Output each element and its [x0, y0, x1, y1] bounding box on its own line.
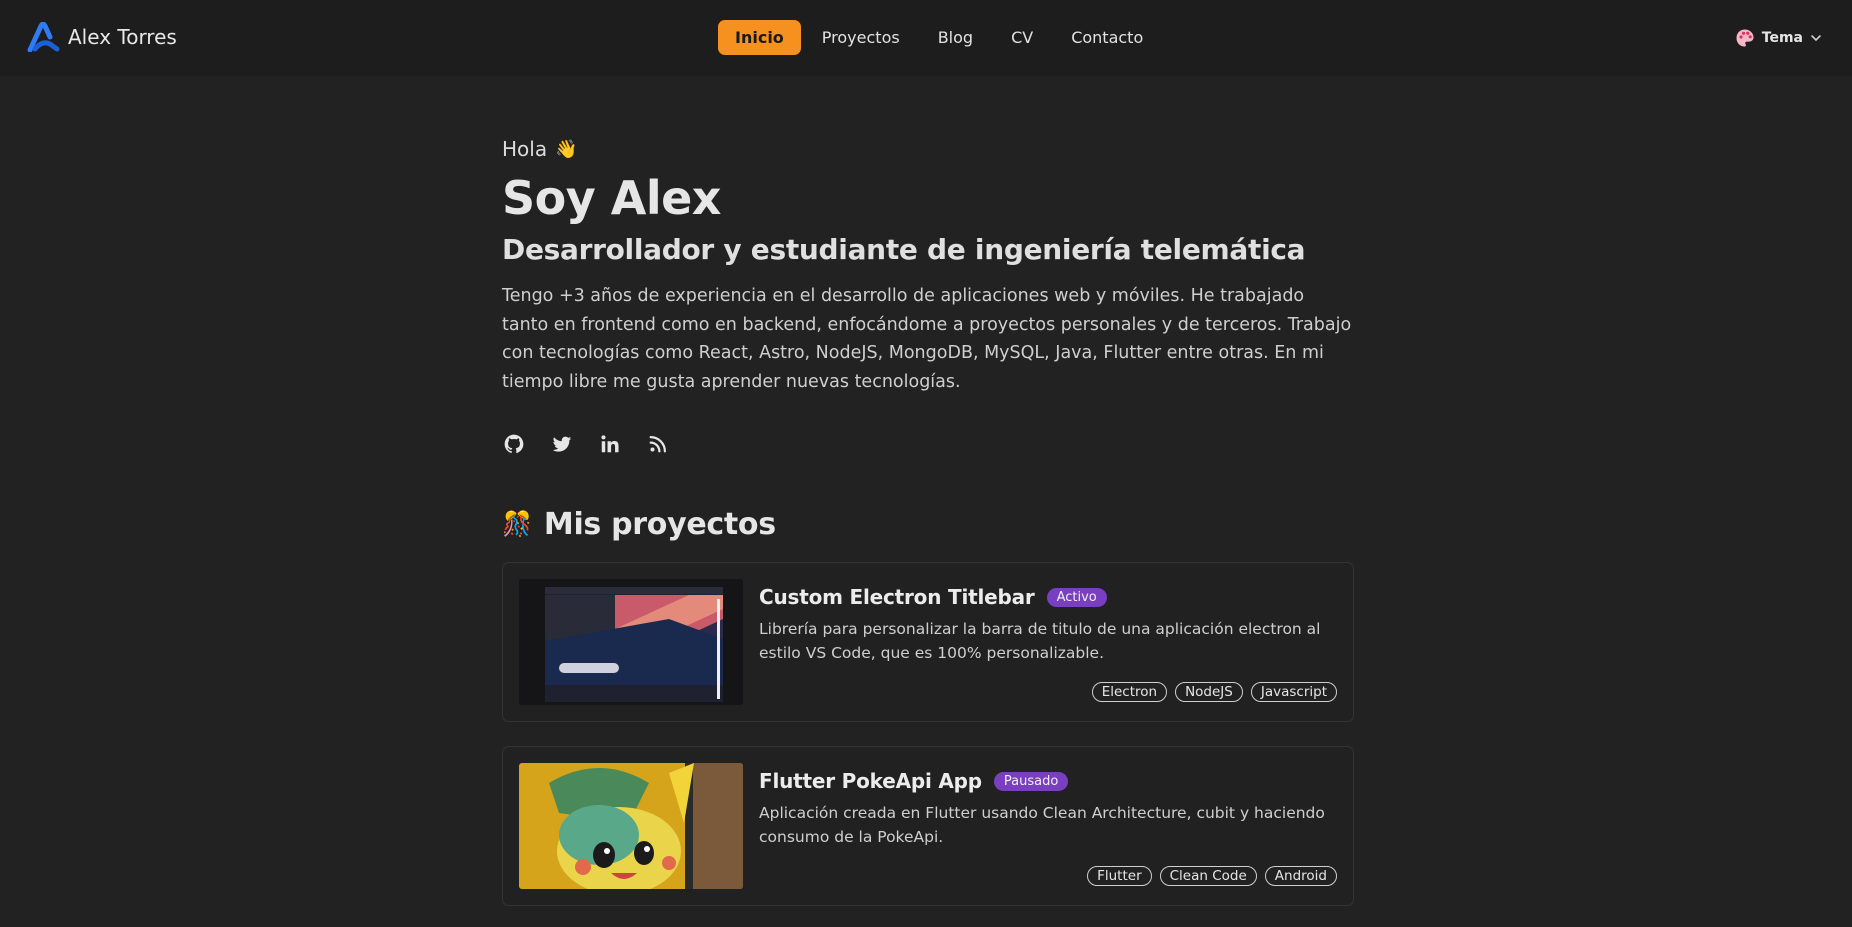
nav-item-cv[interactable]: CV [994, 20, 1050, 55]
main-content: Hola 👋 Soy Alex Desarrollador y estudian… [502, 136, 1354, 544]
projects-title: Mis proyectos [544, 507, 776, 542]
theme-selector[interactable]: Tema [1735, 28, 1822, 48]
logo-icon [26, 22, 60, 52]
linkedin-icon [599, 433, 621, 455]
project-card-body: Custom Electron Titlebar Activo Librería… [759, 585, 1339, 665]
project-card-pokeapi[interactable]: Flutter PokeApi App Pausado Aplicación c… [502, 746, 1354, 906]
project-tags: Flutter Clean Code Android [1087, 866, 1337, 886]
brand-name: Alex Torres [68, 25, 177, 49]
nav-item-inicio[interactable]: Inicio [718, 20, 801, 55]
social-links [502, 432, 1354, 456]
electron-project-thumbnail [519, 579, 743, 705]
project-title: Flutter PokeApi App [759, 769, 982, 793]
project-card-electron[interactable]: Custom Electron Titlebar Activo Librería… [502, 562, 1354, 722]
twitter-icon [551, 433, 573, 455]
greeting: Hola 👋 [502, 136, 1354, 162]
rss-link[interactable] [646, 432, 670, 456]
rss-icon [647, 433, 669, 455]
pokeapi-project-thumbnail [519, 763, 743, 889]
nav-item-proyectos[interactable]: Proyectos [805, 20, 917, 55]
tag: Javascript [1251, 682, 1337, 702]
greeting-text: Hola [502, 137, 547, 161]
status-badge: Pausado [994, 772, 1068, 791]
main-nav: Inicio Proyectos Blog CV Contacto [718, 20, 1160, 55]
bio-paragraph: Tengo +3 años de experiencia en el desar… [502, 282, 1354, 396]
github-icon [503, 433, 525, 455]
page-subtitle: Desarrollador y estudiante de ingeniería… [502, 232, 1354, 268]
tag: Flutter [1087, 866, 1152, 886]
brand-link[interactable]: Alex Torres [26, 22, 177, 52]
confetti-emoji: 🎊 [502, 510, 532, 538]
github-link[interactable] [502, 432, 526, 456]
nav-item-blog[interactable]: Blog [921, 20, 990, 55]
tag: Android [1265, 866, 1337, 886]
page-title: Soy Alex [502, 172, 1354, 224]
theme-label: Tema [1762, 30, 1803, 46]
tag: NodeJS [1175, 682, 1243, 702]
project-card-body: Flutter PokeApi App Pausado Aplicación c… [759, 769, 1339, 849]
palette-icon [1735, 28, 1755, 48]
tag: Clean Code [1160, 866, 1257, 886]
linkedin-link[interactable] [598, 432, 622, 456]
wave-emoji: 👋 [555, 139, 577, 160]
chevron-down-icon [1810, 32, 1822, 44]
project-tags: Electron NodeJS Javascript [1092, 682, 1337, 702]
project-description: Aplicación creada en Flutter usando Clea… [759, 801, 1339, 849]
twitter-link[interactable] [550, 432, 574, 456]
projects-heading: 🎊 Mis proyectos [502, 504, 1354, 544]
project-description: Librería para personalizar la barra de t… [759, 617, 1339, 665]
top-navbar: Alex Torres Inicio Proyectos Blog CV Con… [0, 0, 1852, 76]
nav-item-contacto[interactable]: Contacto [1054, 20, 1160, 55]
status-badge: Activo [1047, 588, 1107, 607]
project-title: Custom Electron Titlebar [759, 585, 1035, 609]
tag: Electron [1092, 682, 1167, 702]
